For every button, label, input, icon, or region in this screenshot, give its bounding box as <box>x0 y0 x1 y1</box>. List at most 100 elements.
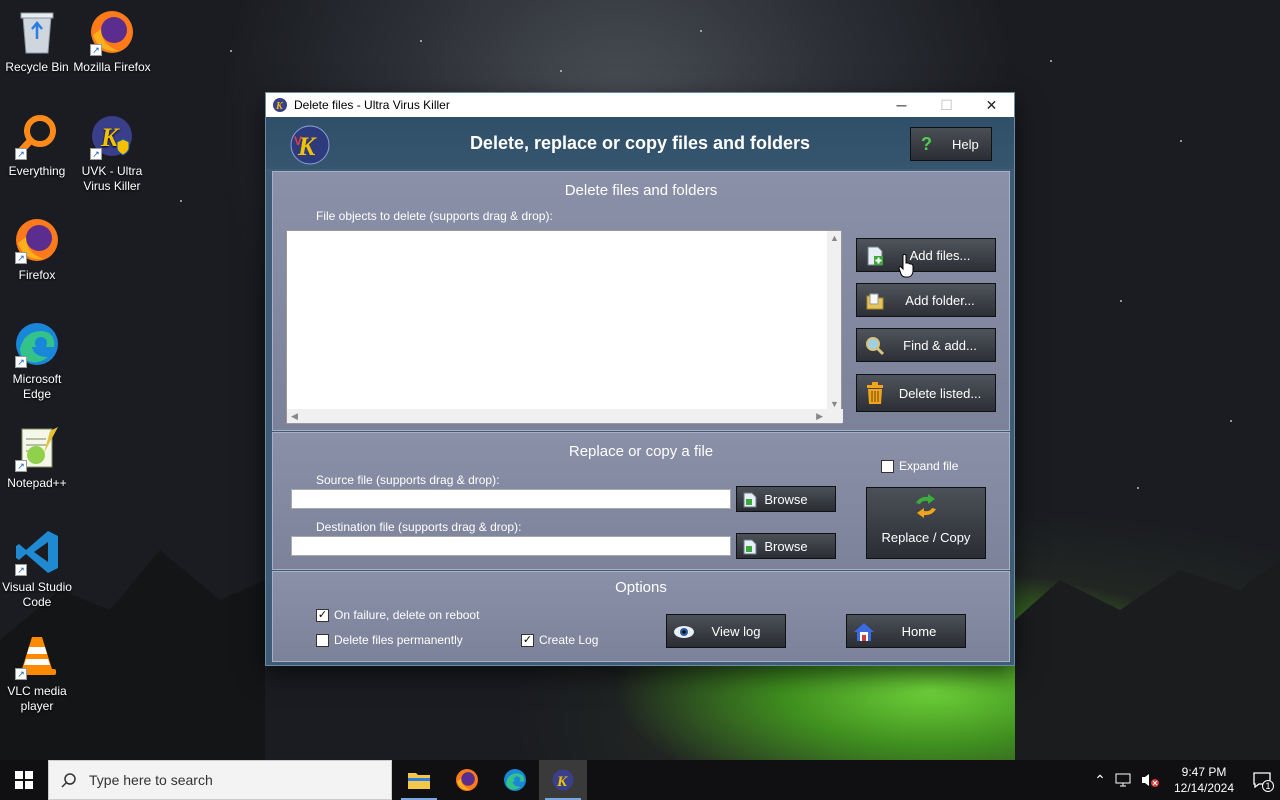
file-explorer-icon <box>408 773 430 789</box>
svg-text:K: K <box>556 774 568 790</box>
desktop-icon-label: UVK - Ultra Virus Killer <box>81 164 143 193</box>
vlc-cone-icon: ↗ <box>13 632 61 680</box>
replace-section-title: Replace or copy a file <box>568 443 714 460</box>
desktop-icon-microsoft-edge[interactable]: ↗ Microsoft Edge <box>0 320 77 402</box>
taskbar-file-explorer[interactable] <box>395 760 443 800</box>
minimize-button[interactable]: ─ <box>879 93 924 117</box>
desktop-icon-recycle-bin[interactable]: Recycle Bin <box>0 8 77 75</box>
add-folder-button[interactable]: Add folder... <box>856 283 996 317</box>
windows-logo-icon <box>15 771 33 789</box>
source-file-input[interactable] <box>291 489 731 509</box>
desktop-icon-label: Microsoft Edge <box>12 372 62 401</box>
scroll-up-icon[interactable]: ▲ <box>830 233 839 243</box>
uvk-app-icon: K <box>273 98 287 112</box>
home-label: Home <box>901 623 937 639</box>
clock-date: 12/14/2024 <box>1173 781 1235 795</box>
swap-arrows-icon <box>916 494 936 518</box>
maximize-button[interactable]: ☐ <box>924 93 969 117</box>
desktop-icon-label: Notepad++ <box>7 476 67 490</box>
create-log-box[interactable]: ✓ <box>521 633 534 647</box>
desktop-icon-label: Everything <box>8 164 66 178</box>
source-file-label: Source file (supports drag & drop): <box>316 473 500 487</box>
network-icon[interactable] <box>1114 772 1136 788</box>
taskbar-clock[interactable]: 9:47 PM 12/14/2024 <box>1164 764 1244 796</box>
search-icon <box>61 773 76 788</box>
desktop-icon-label: Recycle Bin <box>5 60 69 74</box>
desktop-icon-vscode[interactable]: ↗ Visual Studio Code <box>0 528 77 610</box>
destination-file-label: Destination file (supports drag & drop): <box>316 520 522 534</box>
listbox-horizontal-scrollbar[interactable]: ◀ ▶ <box>287 409 843 423</box>
delete-permanently-box[interactable] <box>316 633 329 647</box>
hand-pointer-cursor-icon <box>898 254 914 278</box>
volume-muted-icon[interactable] <box>1140 772 1162 788</box>
delete-listed-label: Delete listed... <box>898 385 982 401</box>
replace-copy-button[interactable]: Replace / Copy <box>866 487 986 559</box>
add-files-label: Add files... <box>909 247 971 263</box>
on-failure-label: On failure, delete on reboot <box>334 608 480 622</box>
close-button[interactable]: ✕ <box>969 93 1014 117</box>
firefox-icon: ↗ <box>13 216 61 264</box>
delete-permanently-checkbox[interactable]: Delete files permanently <box>316 633 463 647</box>
shortcut-arrow-icon: ↗ <box>15 668 27 680</box>
shortcut-arrow-icon: ↗ <box>15 356 27 368</box>
create-log-checkbox[interactable]: ✓ Create Log <box>521 633 598 647</box>
taskbar-search-box[interactable]: Type here to search <box>48 760 392 800</box>
uvk-icon: K <box>552 769 574 791</box>
add-folder-label: Add folder... <box>905 292 975 308</box>
help-button[interactable]: ? Help <box>910 127 992 161</box>
search-placeholder: Type here to search <box>89 772 213 788</box>
add-files-button[interactable]: Add files... <box>856 238 996 272</box>
desktop-icon-notepad-plus-plus[interactable]: ↗ Notepad++ <box>0 424 77 491</box>
taskbar-firefox[interactable] <box>443 760 491 800</box>
firefox-icon: ↗ <box>88 8 136 56</box>
on-failure-box[interactable]: ✓ <box>316 608 329 622</box>
home-button[interactable]: Home <box>846 614 966 648</box>
find-and-add-button[interactable]: Find & add... <box>856 328 996 362</box>
expand-file-box[interactable] <box>881 459 894 473</box>
desktop-icon-vlc[interactable]: ↗ VLC media player <box>0 632 77 714</box>
home-icon <box>854 623 874 641</box>
taskbar-uvk[interactable]: K <box>539 760 587 800</box>
replace-copy-label: Replace / Copy <box>881 530 971 545</box>
help-question-icon: ? <box>921 133 932 154</box>
file-objects-listbox[interactable]: ▲ ▼ ◀ ▶ <box>286 230 843 424</box>
desktop-icon-mozilla-firefox[interactable]: ↗ Mozilla Firefox <box>72 8 152 75</box>
shortcut-arrow-icon: ↗ <box>90 44 102 56</box>
listbox-vertical-scrollbar[interactable]: ▲ ▼ <box>827 231 841 411</box>
scroll-right-icon[interactable]: ▶ <box>816 411 823 422</box>
replace-copy-panel: Replace or copy a file Source file (supp… <box>272 432 1010 570</box>
firefox-icon <box>456 769 478 791</box>
delete-listed-button[interactable]: Delete listed... <box>856 374 996 412</box>
scroll-down-icon[interactable]: ▼ <box>830 399 839 409</box>
desktop-icon-uvk[interactable]: K ↗ UVK - Ultra Virus Killer <box>72 112 152 194</box>
destination-file-input[interactable] <box>291 536 731 556</box>
window-header: KV Delete, replace or copy files and fol… <box>266 117 1014 169</box>
uvk-icon: K ↗ <box>88 112 136 160</box>
on-failure-checkbox[interactable]: ✓ On failure, delete on reboot <box>316 608 479 622</box>
start-button[interactable] <box>0 760 48 800</box>
source-browse-button[interactable]: Browse <box>736 486 836 512</box>
system-tray: ⌃ 9:47 PM 12/14/2024 1 <box>1088 760 1280 800</box>
delete-files-panel: Delete files and folders File objects to… <box>272 171 1010 431</box>
notepad-plus-plus-icon: ↗ <box>13 424 61 472</box>
add-file-icon <box>867 246 883 266</box>
window-titlebar[interactable]: K Delete files - Ultra Virus Killer ─ ☐ … <box>266 93 1014 117</box>
find-and-add-label: Find & add... <box>903 337 977 353</box>
desktop-icon-everything[interactable]: ↗ Everything <box>0 112 77 179</box>
scroll-left-icon[interactable]: ◀ <box>291 411 298 422</box>
desktop-icon-firefox[interactable]: ↗ Firefox <box>0 216 77 283</box>
window-title: Delete files - Ultra Virus Killer <box>294 98 450 112</box>
shortcut-arrow-icon: ↗ <box>15 460 27 472</box>
delete-section-title: Delete files and folders <box>564 182 718 199</box>
page-title: Delete, replace or copy files and folder… <box>469 133 811 153</box>
source-browse-label: Browse <box>764 491 808 507</box>
view-log-button[interactable]: View log <box>666 614 786 648</box>
notification-center-button[interactable]: 1 <box>1244 760 1280 800</box>
everything-search-icon: ↗ <box>13 112 61 160</box>
chevron-up-icon[interactable]: ⌃ <box>1088 772 1112 789</box>
taskbar: Type here to search K ⌃ 9:47 PM 12/14/20… <box>0 760 1280 800</box>
expand-file-checkbox[interactable]: Expand file <box>881 459 958 473</box>
destination-browse-button[interactable]: Browse <box>736 533 836 559</box>
taskbar-edge[interactable] <box>491 760 539 800</box>
destination-browse-label: Browse <box>764 538 808 554</box>
